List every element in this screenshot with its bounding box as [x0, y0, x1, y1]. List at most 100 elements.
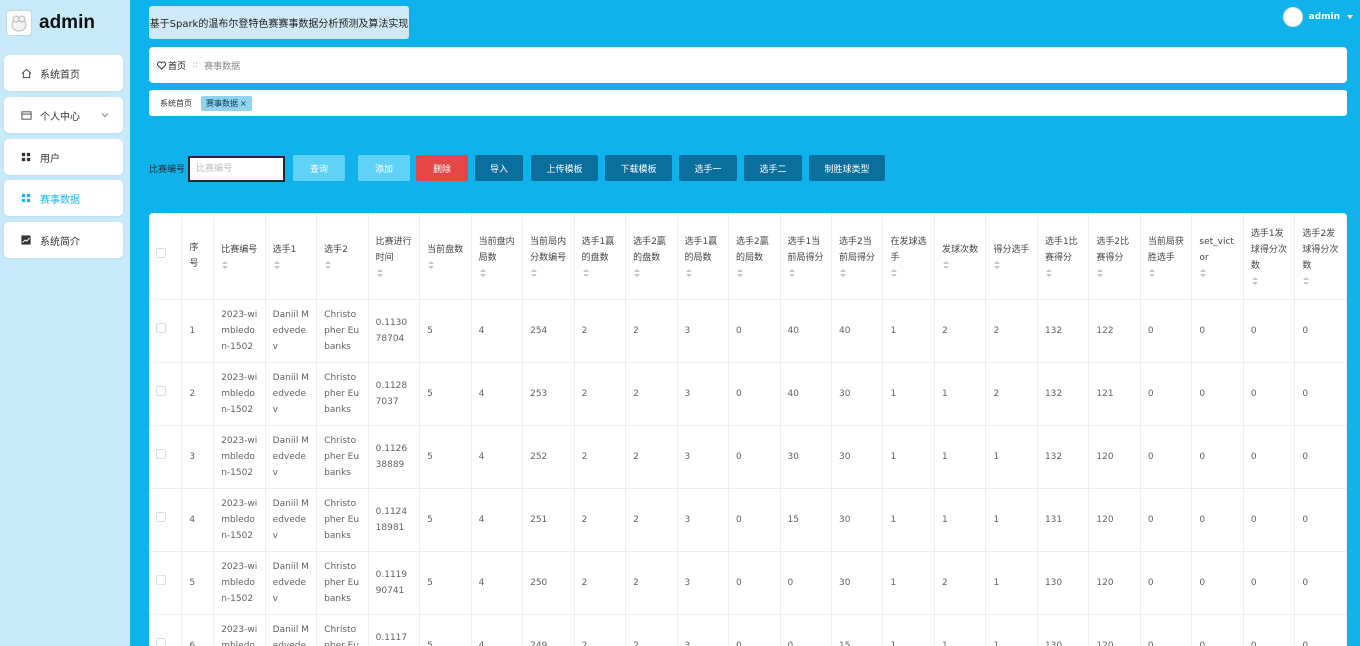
sort-icon[interactable]: [273, 260, 309, 270]
sort-icon[interactable]: [427, 260, 463, 270]
column-header[interactable]: 选手2比赛得分: [1088, 213, 1141, 300]
sidebar-item-match-data[interactable]: 赛事数据: [4, 180, 123, 216]
breadcrumb-home-label[interactable]: 首页: [168, 59, 186, 72]
sort-icon[interactable]: [221, 260, 257, 270]
table-row[interactable]: 1 2023-wimbledon-1502 Daniil Medvedev Chris…: [149, 299, 1347, 363]
row-checkbox[interactable]: [156, 574, 166, 585]
select-all-checkbox[interactable]: [156, 247, 166, 258]
column-header[interactable]: 发球次数: [934, 213, 987, 300]
tab-home[interactable]: 系统首页: [155, 96, 197, 111]
close-icon[interactable]: ×: [240, 99, 247, 108]
table-row[interactable]: 3 2023-wimbledon-1502 Daniil Medvedev Chris…: [149, 425, 1347, 489]
sidebar-item-users[interactable]: 用户: [4, 139, 123, 175]
search-input[interactable]: [188, 155, 286, 182]
tab-label: 赛事数据: [206, 98, 238, 108]
sort-icon[interactable]: [839, 268, 875, 278]
column-header[interactable]: 选手2赢的局数: [728, 213, 781, 300]
table-cell: 0: [1243, 614, 1296, 646]
sort-icon[interactable]: [1045, 268, 1081, 278]
table-row[interactable]: 62023-wimbledon-1502Daniil MedvedevChris…: [149, 614, 1347, 646]
row-checkbox-cell: [149, 488, 183, 552]
user-name[interactable]: admin: [1309, 12, 1340, 22]
sort-icon[interactable]: [993, 260, 1029, 270]
column-header[interactable]: 选手1发球得分次数: [1243, 213, 1296, 300]
sort-icon[interactable]: [582, 268, 618, 278]
column-header[interactable]: 选手1赢的局数: [677, 213, 730, 300]
tab-match-data[interactable]: 赛事数据 ×: [201, 95, 252, 111]
query-button[interactable]: 查询: [293, 155, 345, 181]
sort-icon[interactable]: [1199, 268, 1235, 278]
row-checkbox[interactable]: [156, 637, 166, 646]
chevron-down-icon[interactable]: [1346, 13, 1354, 21]
sidebar-item-home[interactable]: 系统首页: [4, 55, 123, 91]
player1-button[interactable]: 选手一: [679, 155, 737, 181]
column-header[interactable]: 选手2赢的盘数: [625, 213, 678, 300]
table-cell: 120: [1088, 488, 1141, 552]
table-cell: 2: [625, 614, 678, 646]
avatar[interactable]: [1282, 7, 1303, 27]
sort-icon[interactable]: [376, 268, 412, 278]
sort-icon[interactable]: [479, 268, 515, 278]
sort-icon[interactable]: [324, 260, 360, 270]
column-header[interactable]: 选手1比赛得分: [1037, 213, 1090, 300]
upload-template-button[interactable]: 上传模板: [531, 155, 598, 181]
table-cell: 4: [471, 614, 524, 646]
column-header[interactable]: 序号: [181, 213, 215, 300]
column-header[interactable]: 在发球选手: [882, 213, 935, 300]
column-header[interactable]: 选手2当前局得分: [831, 213, 884, 300]
row-checkbox[interactable]: [156, 322, 166, 333]
column-header[interactable]: 当前局内分数编号: [522, 213, 575, 300]
sort-icon[interactable]: [685, 268, 721, 278]
column-header[interactable]: 当前盘内局数: [471, 213, 524, 300]
table-cell: 2023-wimbledon-1502: [213, 551, 266, 615]
sort-icon[interactable]: [890, 268, 926, 278]
table-cell: 1: [985, 551, 1038, 615]
download-template-button[interactable]: 下载模板: [605, 155, 672, 181]
table-row[interactable]: 5 2023-wimbledon-1502 Daniil Medvedev Chris…: [149, 551, 1347, 615]
import-button[interactable]: 导入: [475, 155, 523, 181]
column-header[interactable]: 选手2: [316, 213, 369, 300]
table-cell: 0: [1191, 551, 1244, 615]
sort-icon[interactable]: [1096, 268, 1132, 278]
column-header[interactable]: 比赛进行时间: [368, 213, 421, 300]
table-cell: 120: [1088, 551, 1141, 615]
sort-icon[interactable]: [633, 268, 669, 278]
table-cell: 2: [181, 362, 215, 426]
table-cell: 1: [934, 614, 987, 646]
sort-icon[interactable]: [1251, 276, 1287, 286]
sidebar-item-about[interactable]: 系统简介: [4, 222, 123, 258]
column-header[interactable]: 当前局获胜选手: [1140, 213, 1193, 300]
delete-button[interactable]: 删除: [416, 155, 468, 181]
player2-button[interactable]: 选手二: [744, 155, 802, 181]
sort-icon[interactable]: [1148, 268, 1184, 278]
column-header[interactable]: set_victor: [1191, 213, 1244, 300]
row-checkbox[interactable]: [156, 448, 166, 459]
table-cell: 251: [522, 488, 575, 552]
column-header[interactable]: 选手2发球得分次数: [1294, 213, 1347, 300]
column-header[interactable]: 当前盘数: [419, 213, 472, 300]
table-row[interactable]: 4 2023-wimbledon-1502 Daniil Medvedev Chris…: [149, 488, 1347, 552]
sidebar-item-profile[interactable]: 个人中心: [4, 97, 123, 133]
user-menu[interactable]: admin: [1282, 7, 1354, 27]
sort-icon[interactable]: [1302, 276, 1339, 286]
add-button[interactable]: 添加: [358, 155, 410, 181]
column-header[interactable]: 选手1赢的盘数: [574, 213, 627, 300]
row-checkbox[interactable]: [156, 511, 166, 522]
sort-icon[interactable]: [736, 268, 772, 278]
row-checkbox[interactable]: [156, 385, 166, 396]
sort-icon[interactable]: [788, 268, 824, 278]
table-cell: 15: [831, 614, 884, 646]
sort-icon[interactable]: [942, 260, 978, 270]
column-header[interactable]: 选手1当前局得分: [780, 213, 833, 300]
sidebar-item-label: 用户: [40, 153, 60, 165]
table-row[interactable]: 2 2023-wimbledon-1502 Daniil Medvedev Chris…: [149, 362, 1347, 426]
column-header[interactable]: 得分选手: [985, 213, 1038, 300]
breadcrumb-home[interactable]: 首页: [157, 59, 186, 72]
table-cell: 3: [181, 425, 215, 489]
table-cell: 5: [419, 551, 472, 615]
tab-label: 系统首页: [160, 98, 192, 108]
win-type-button[interactable]: 制胜球类型: [809, 155, 885, 181]
column-header[interactable]: 选手1: [265, 213, 318, 300]
sort-icon[interactable]: [530, 268, 566, 278]
column-header[interactable]: 比赛编号: [213, 213, 266, 300]
